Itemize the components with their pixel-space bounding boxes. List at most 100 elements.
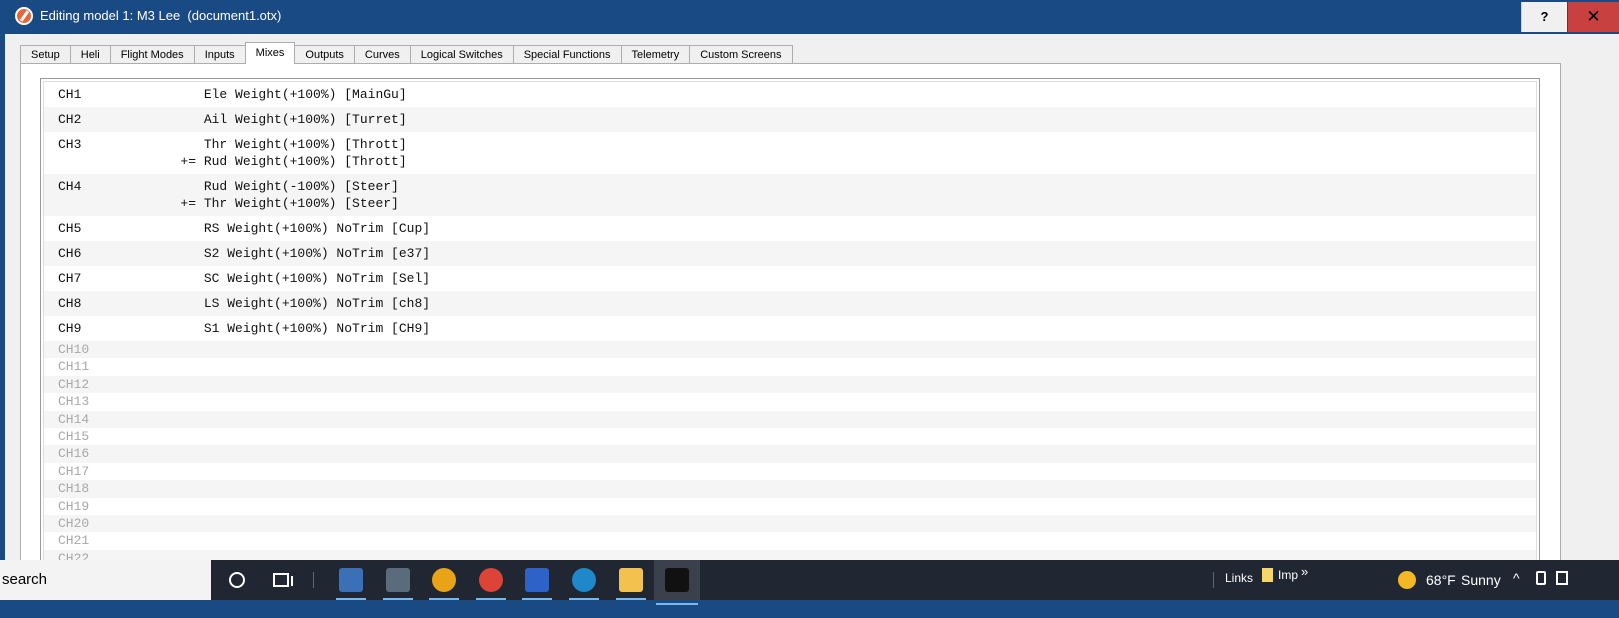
empty-channel-row[interactable]: CH19 bbox=[44, 498, 1536, 515]
mix-description: S1 Weight(+100%) NoTrim [CH9] bbox=[203, 321, 431, 336]
channel-label: CH2 bbox=[58, 112, 82, 127]
tab-flight-modes[interactable]: Flight Modes bbox=[110, 45, 195, 64]
empty-channel-row[interactable]: CH20 bbox=[44, 514, 1536, 533]
tab-curves[interactable]: Curves bbox=[354, 45, 411, 64]
mix-operator: += bbox=[180, 154, 196, 169]
mix-line[interactable]: CH2 Ail Weight(+100%) [Turret] bbox=[44, 111, 1536, 128]
empty-channel-row[interactable]: CH17 bbox=[44, 463, 1536, 480]
mix-line[interactable]: CH8 LS Weight(+100%) NoTrim [ch8] bbox=[44, 295, 1536, 312]
mix-description: SC Weight(+100%) NoTrim [Sel] bbox=[203, 271, 431, 286]
mix-operator bbox=[156, 295, 196, 312]
channel-label bbox=[44, 195, 156, 212]
mix-channel-row[interactable]: CH8 LS Weight(+100%) NoTrim [ch8] bbox=[44, 291, 1536, 316]
channel-label: CH4 bbox=[58, 179, 82, 194]
mix-line[interactable]: CH5 RS Weight(+100%) NoTrim [Cup] bbox=[44, 220, 1536, 237]
tab-telemetry[interactable]: Telemetry bbox=[621, 45, 691, 64]
mix-operator bbox=[156, 136, 196, 153]
tab-custom-screens[interactable]: Custom Screens bbox=[690, 45, 793, 64]
tab-inputs[interactable]: Inputs bbox=[194, 45, 246, 64]
tray-network-icon[interactable] bbox=[1556, 571, 1568, 585]
imp-link[interactable]: Imp bbox=[1278, 568, 1298, 582]
channel-label: CH5 bbox=[58, 221, 82, 236]
window-title: Editing model 1: M3 Lee (document1.otx) bbox=[40, 8, 282, 23]
mix-channel-row[interactable]: CH3 Thr Weight(+100%) [Thrott] += Rud Wei… bbox=[44, 132, 1536, 174]
empty-channel-row[interactable]: CH14 bbox=[44, 410, 1536, 428]
tab-outputs[interactable]: Outputs bbox=[295, 45, 355, 64]
empty-channel-row[interactable]: CH12 bbox=[44, 375, 1536, 394]
tab-heli[interactable]: Heli bbox=[70, 45, 111, 64]
mix-description: S2 Weight(+100%) NoTrim [e37] bbox=[203, 246, 431, 261]
mix-channel-row[interactable]: CH5 RS Weight(+100%) NoTrim [Cup] bbox=[44, 216, 1536, 241]
mix-description: LS Weight(+100%) NoTrim [ch8] bbox=[203, 296, 431, 311]
empty-channel-row[interactable]: CH16 bbox=[44, 445, 1536, 463]
file-explorer-icon[interactable] bbox=[614, 565, 648, 600]
tab-logical-switches[interactable]: Logical Switches bbox=[410, 45, 514, 64]
mix-description: Ele Weight(+100%) [MainGu] bbox=[203, 87, 407, 102]
mix-line[interactable]: CH1 Ele Weight(+100%) [MainGu] bbox=[44, 86, 1536, 103]
app-icon bbox=[15, 7, 33, 25]
tray-chevron-up-icon[interactable]: ^ bbox=[1513, 570, 1520, 586]
mix-operator: += bbox=[180, 196, 196, 211]
help-button[interactable]: ? bbox=[1521, 2, 1567, 32]
edge-icon[interactable] bbox=[567, 565, 601, 600]
empty-channel-row[interactable]: CH10 bbox=[44, 341, 1536, 359]
empty-channel-row[interactable]: CH11 bbox=[44, 358, 1536, 375]
mix-description: Thr Weight(+100%) [Thrott] bbox=[203, 137, 407, 152]
chevron-more-icon[interactable]: » bbox=[1301, 564, 1308, 579]
mixes-list[interactable]: CH1 Ele Weight(+100%) [MainGu] CH2 Ail We… bbox=[43, 81, 1537, 580]
mix-operator bbox=[156, 270, 196, 287]
chrome-icon[interactable] bbox=[474, 565, 508, 600]
empty-channel-row[interactable]: CH15 bbox=[44, 428, 1536, 445]
mix-line[interactable]: CH7 SC Weight(+100%) NoTrim [Sel] bbox=[44, 270, 1536, 287]
tab-setup[interactable]: Setup bbox=[20, 45, 71, 64]
rc-app-icon[interactable] bbox=[334, 565, 368, 600]
channel-label: CH1 bbox=[58, 87, 82, 102]
channel-label: CH8 bbox=[58, 296, 82, 311]
mix-operator bbox=[156, 320, 196, 337]
headset-app-icon[interactable] bbox=[427, 565, 461, 600]
mix-line[interactable]: += Rud Weight(+100%) [Thrott] bbox=[44, 153, 1536, 170]
empty-channel-row[interactable]: CH13 bbox=[44, 393, 1536, 410]
title-bar: Editing model 1: M3 Lee (document1.otx) … bbox=[0, 0, 1619, 34]
mix-line[interactable]: CH3 Thr Weight(+100%) [Thrott] bbox=[44, 136, 1536, 153]
mix-channel-row[interactable]: CH9 S1 Weight(+100%) NoTrim [CH9] bbox=[44, 316, 1536, 341]
search-input[interactable]: search bbox=[0, 560, 211, 600]
mix-channel-row[interactable]: CH4 Rud Weight(-100%) [Steer] += Thr Weig… bbox=[44, 174, 1536, 216]
mix-channel-row[interactable]: CH6 S2 Weight(+100%) NoTrim [e37] bbox=[44, 241, 1536, 266]
tab-mixes[interactable]: Mixes bbox=[244, 42, 296, 64]
channel-label: CH7 bbox=[58, 271, 82, 286]
mix-operator bbox=[156, 220, 196, 237]
tab-special-functions[interactable]: Special Functions bbox=[513, 45, 622, 64]
weather-condition[interactable]: Sunny bbox=[1461, 572, 1501, 588]
taskbar: search Links Imp » 68°F Sunny ^ bbox=[0, 560, 1619, 605]
opentx-icon[interactable] bbox=[654, 560, 700, 605]
mix-channel-row[interactable]: CH1 Ele Weight(+100%) [MainGu] bbox=[44, 82, 1536, 107]
mix-description: Thr Weight(+100%) [Steer] bbox=[203, 196, 399, 211]
cortana-icon[interactable] bbox=[220, 565, 254, 595]
mix-description: Ail Weight(+100%) [Turret] bbox=[203, 112, 407, 127]
weather-temperature[interactable]: 68°F bbox=[1426, 572, 1456, 588]
tab-bar: Setup Heli Flight Modes Inputs Mixes Outputs C… bbox=[20, 42, 793, 64]
mix-operator bbox=[156, 86, 196, 103]
mix-channel-row[interactable]: CH2 Ail Weight(+100%) [Turret] bbox=[44, 107, 1536, 132]
channel-label: CH9 bbox=[58, 321, 82, 336]
task-view-icon[interactable] bbox=[264, 565, 298, 595]
mix-description: RS Weight(+100%) NoTrim [Cup] bbox=[203, 221, 431, 236]
model-editor-window: Setup Heli Flight Modes Inputs Mixes Outputs C… bbox=[5, 34, 1619, 580]
links-toolbar-label[interactable]: Links bbox=[1225, 571, 1253, 585]
mix-line[interactable]: CH4 Rud Weight(-100%) [Steer] bbox=[44, 178, 1536, 195]
empty-channel-row[interactable]: CH18 bbox=[44, 480, 1536, 498]
taskbar-separator bbox=[313, 572, 314, 588]
flight-app-icon[interactable] bbox=[520, 565, 554, 600]
calculator-icon[interactable] bbox=[381, 565, 415, 600]
folder-note-icon bbox=[1262, 568, 1273, 582]
mix-line[interactable]: CH6 S2 Weight(+100%) NoTrim [e37] bbox=[44, 245, 1536, 262]
mix-line[interactable]: += Thr Weight(+100%) [Steer] bbox=[44, 195, 1536, 212]
sun-icon[interactable] bbox=[1398, 571, 1416, 589]
mix-line[interactable]: CH9 S1 Weight(+100%) NoTrim [CH9] bbox=[44, 320, 1536, 337]
mix-operator bbox=[156, 245, 196, 262]
tray-device-icon[interactable] bbox=[1536, 571, 1546, 585]
close-button[interactable]: ✕ bbox=[1568, 2, 1619, 32]
empty-channel-row[interactable]: CH21 bbox=[44, 532, 1536, 549]
mix-channel-row[interactable]: CH7 SC Weight(+100%) NoTrim [Sel] bbox=[44, 266, 1536, 291]
